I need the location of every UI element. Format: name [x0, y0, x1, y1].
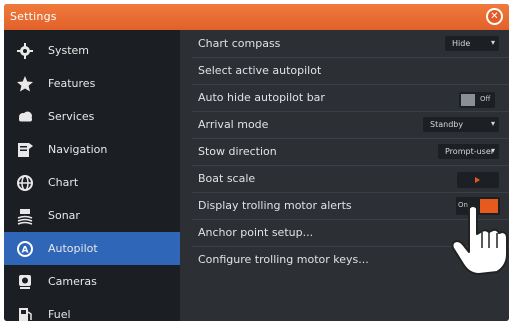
auto-hide-toggle[interactable]: Off	[459, 92, 495, 108]
boat-scale-control[interactable]	[457, 172, 499, 188]
camera-icon	[16, 273, 34, 291]
sidebar-item-label: Autopilot	[48, 242, 98, 255]
sidebar-item-label: Services	[48, 110, 95, 123]
setting-stow-direction[interactable]: Stow direction Prompt-user ▾	[180, 139, 509, 165]
svg-text:A: A	[22, 245, 29, 255]
sidebar-item-chart[interactable]: Chart	[4, 166, 180, 199]
setting-boat-scale[interactable]: Boat scale	[180, 166, 509, 192]
setting-label: Configure trolling motor keys...	[198, 253, 369, 266]
chevron-down-icon: ▾	[490, 119, 495, 128]
sidebar-item-services[interactable]: Services	[4, 100, 180, 133]
autopilot-icon: A	[16, 240, 34, 258]
chevron-down-icon: ▾	[490, 146, 495, 155]
sidebar-item-fuel[interactable]: Fuel	[4, 298, 180, 321]
sidebar-item-navigation[interactable]: Navigation	[4, 133, 180, 166]
setting-label: Chart compass	[198, 37, 281, 50]
dropdown-value: Standby	[430, 120, 464, 129]
navigation-icon	[16, 141, 34, 159]
pointing-hand-icon	[451, 205, 508, 275]
toggle-knob	[461, 94, 475, 106]
star-icon	[16, 75, 34, 93]
cloud-icon	[16, 108, 34, 126]
settings-window: Settings ✕ System Features Services Navi…	[4, 4, 509, 321]
title-bar: Settings ✕	[4, 4, 509, 30]
sidebar-item-system[interactable]: System	[4, 34, 180, 67]
chevron-down-icon: ▾	[490, 38, 495, 47]
sidebar-item-autopilot[interactable]: A Autopilot	[4, 232, 180, 265]
gear-icon	[16, 42, 34, 60]
sidebar-item-label: Fuel	[48, 308, 71, 321]
sidebar-item-label: Chart	[48, 176, 79, 189]
sonar-icon	[16, 207, 34, 225]
setting-auto-hide-autopilot-bar[interactable]: Auto hide autopilot bar Off	[180, 85, 509, 111]
settings-sidebar: System Features Services Navigation Char…	[4, 30, 180, 321]
setting-label: Arrival mode	[198, 118, 269, 131]
arrival-mode-dropdown[interactable]: Standby ▾	[423, 117, 499, 132]
fuel-icon	[16, 306, 34, 321]
toggle-state: Off	[480, 95, 491, 103]
dropdown-value: Hide	[452, 39, 471, 48]
setting-label: Stow direction	[198, 145, 277, 158]
sidebar-item-label: System	[48, 44, 90, 57]
dropdown-value: Prompt-user	[445, 147, 495, 156]
sidebar-item-sonar[interactable]: Sonar	[4, 199, 180, 232]
sidebar-item-label: Navigation	[48, 143, 108, 156]
setting-chart-compass[interactable]: Chart compass Hide ▾	[180, 31, 509, 57]
setting-label: Anchor point setup...	[198, 226, 314, 239]
setting-label: Auto hide autopilot bar	[198, 91, 325, 104]
globe-icon	[16, 174, 34, 192]
close-button[interactable]: ✕	[486, 8, 503, 25]
close-icon: ✕	[488, 10, 501, 23]
stow-direction-dropdown[interactable]: Prompt-user ▾	[438, 144, 499, 159]
autopilot-settings-panel: Chart compass Hide ▾ Select active autop…	[180, 30, 509, 321]
setting-label: Display trolling motor alerts	[198, 199, 352, 212]
boat-icon	[475, 177, 480, 183]
sidebar-item-label: Features	[48, 77, 96, 90]
sidebar-item-label: Cameras	[48, 275, 97, 288]
chart-compass-dropdown[interactable]: Hide ▾	[445, 36, 499, 51]
setting-label: Select active autopilot	[198, 64, 322, 77]
sidebar-item-label: Sonar	[48, 209, 80, 222]
setting-label: Boat scale	[198, 172, 256, 185]
setting-select-active-autopilot[interactable]: Select active autopilot	[180, 58, 509, 84]
setting-arrival-mode[interactable]: Arrival mode Standby ▾	[180, 112, 509, 138]
window-title: Settings	[10, 10, 57, 23]
sidebar-item-features[interactable]: Features	[4, 67, 180, 100]
sidebar-item-cameras[interactable]: Cameras	[4, 265, 180, 298]
